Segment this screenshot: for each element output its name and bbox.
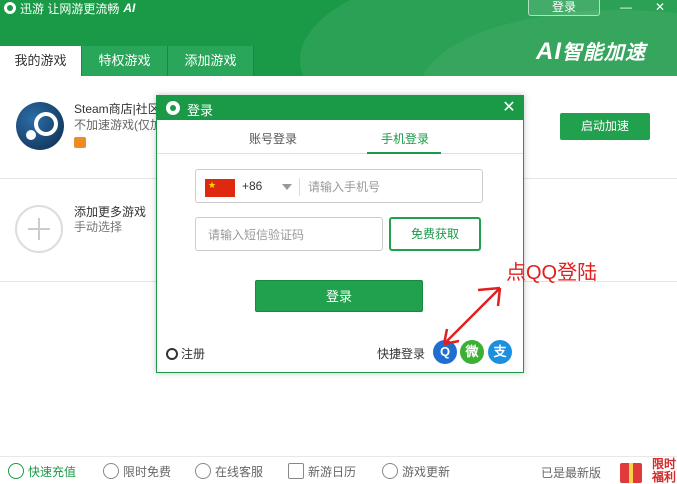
tab-add-games[interactable]: 添加游戏 (168, 46, 254, 76)
dialog-titlebar: 登录 ✕ (157, 96, 523, 120)
version-status: 已是最新版 (541, 466, 602, 480)
ai-accel-logo: AI智能加速 (536, 36, 646, 66)
sms-code-input[interactable] (208, 224, 376, 246)
steam-icon (16, 102, 64, 150)
annotation-text: 点QQ登陆 (506, 262, 598, 284)
header-login-button[interactable]: 登录 (528, 0, 600, 16)
login-submit-button[interactable]: 登录 (255, 280, 423, 312)
sms-code-field (195, 217, 383, 251)
brand-ai: AI (123, 1, 136, 15)
chevron-down-icon[interactable] (282, 184, 292, 190)
tab-my-games[interactable]: 我的游戏 (0, 46, 82, 76)
footer-bar: 快速充值 限时免费 在线客服 新游日历 游戏更新 已是最新版 限时福利 (0, 456, 677, 484)
footer-label: 限时免费 (123, 464, 172, 479)
header-logo-ai: AI (536, 38, 562, 65)
qq-login-icon[interactable]: Q (433, 340, 457, 364)
footer-label: 新游日历 (308, 464, 357, 479)
register-label: 注册 (181, 347, 206, 361)
calendar-icon (288, 463, 304, 479)
divider (299, 178, 300, 196)
add-game-subtitle: 手动选择 (74, 220, 123, 234)
register-icon (166, 347, 178, 360)
brand-name: 迅游 让网游更流畅 (20, 1, 120, 16)
app-logo-icon (166, 101, 180, 115)
close-icon[interactable]: ✕ (499, 97, 519, 117)
footer-update[interactable]: 游戏更新 (382, 457, 450, 484)
game-subtitle: 不加速游戏(仅加 (74, 118, 162, 132)
login-dialog: 登录 ✕ 账号登录 手机登录 ★ +86 免费获取 登录 注册 快捷登录 Q 微… (156, 95, 524, 373)
alipay-login-icon[interactable]: 支 (488, 340, 512, 364)
recharge-icon (8, 463, 24, 479)
footer-label: 在线客服 (215, 464, 264, 479)
quick-login-label: 快捷登录 (377, 347, 426, 361)
phone-input[interactable] (308, 176, 476, 198)
active-tab-indicator (367, 152, 441, 154)
start-accel-button[interactable]: 启动加速 (560, 113, 650, 140)
tab-privilege-games[interactable]: 特权游戏 (82, 46, 168, 76)
timer-icon (103, 463, 119, 479)
brand: 迅游 让网游更流畅 AI (4, 0, 135, 16)
footer-recharge[interactable]: 快速充值 (8, 457, 76, 484)
app-logo-icon (4, 2, 16, 14)
footer-free-limited[interactable]: 限时免费 (103, 457, 171, 484)
game-title: Steam商店|社区 (74, 102, 160, 116)
close-icon[interactable]: ✕ (650, 0, 670, 14)
game-badge-icon (74, 137, 86, 148)
phone-field: ★ +86 (195, 169, 483, 203)
plus-icon[interactable] (15, 205, 63, 253)
app-header: 迅游 让网游更流畅 AI 登录 — ✕ AI智能加速 我的游戏 特权游戏 添加游… (0, 0, 677, 76)
footer-calendar[interactable]: 新游日历 (288, 457, 356, 484)
support-icon (195, 463, 211, 479)
gift-icon (620, 463, 642, 483)
get-sms-code-button[interactable]: 免费获取 (389, 217, 481, 251)
footer-label: 游戏更新 (402, 464, 451, 479)
footer-label: 快速充值 (28, 464, 77, 479)
minimize-icon[interactable]: — (616, 0, 636, 14)
dialog-tabs: 账号登录 手机登录 (157, 120, 523, 154)
gift-label: 限时福利 (652, 457, 677, 484)
tab-account-login[interactable]: 账号登录 (249, 130, 297, 147)
header-logo-text: 智能加速 (562, 42, 646, 64)
main-tabs: 我的游戏 特权游戏 添加游戏 (0, 46, 254, 76)
register-link[interactable]: 注册 (166, 345, 205, 362)
dialog-title: 登录 (187, 103, 214, 118)
tab-phone-login[interactable]: 手机登录 (381, 130, 429, 147)
china-flag-icon[interactable]: ★ (205, 179, 235, 197)
footer-support[interactable]: 在线客服 (195, 457, 263, 484)
limited-gift-button[interactable]: 限时福利 (618, 457, 677, 484)
update-icon (382, 463, 398, 479)
wechat-login-icon[interactable]: 微 (460, 340, 484, 364)
country-code[interactable]: +86 (242, 179, 262, 193)
